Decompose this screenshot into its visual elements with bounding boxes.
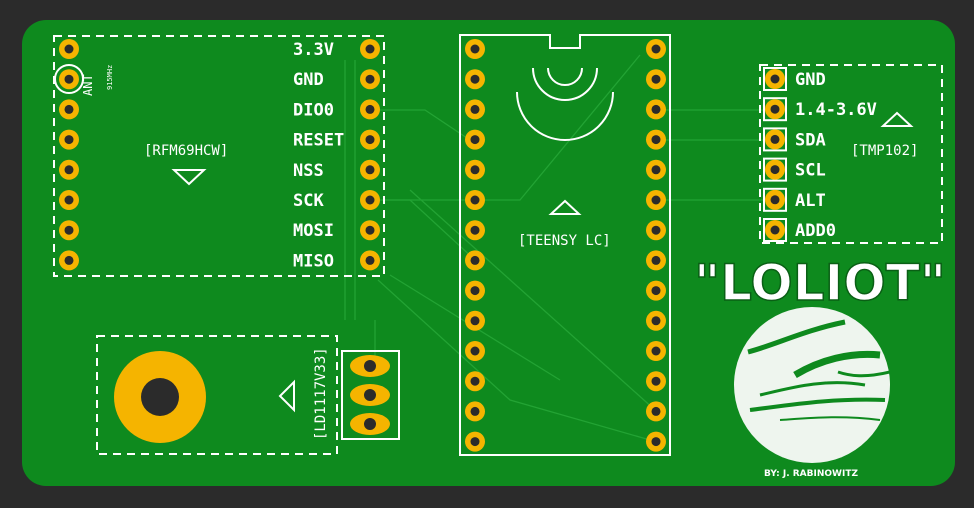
teensy-left-pad-hole xyxy=(470,225,480,235)
rfm69-pad-33v-hole xyxy=(365,44,375,54)
tmp102-pad-1436v-hole xyxy=(770,104,780,114)
rfm69-left-pad-hole xyxy=(64,255,74,265)
teensy-right-pad-hole xyxy=(651,165,661,175)
regulator-pad-hole xyxy=(364,360,376,372)
tmp102-pin-label: SDA xyxy=(795,130,826,150)
rfm69-left-pad-hole xyxy=(64,225,74,235)
teensy-right-pad-hole xyxy=(651,135,661,145)
regulator-pad-hole xyxy=(364,418,376,430)
tmp102-pad-scl-hole xyxy=(770,165,780,175)
tmp102-pin-label: ADD0 xyxy=(795,221,836,241)
rfm69-left-pad-hole xyxy=(64,104,74,114)
rfm69-pin-label: MISO xyxy=(293,251,334,271)
tmp102-pad-alt-hole xyxy=(770,195,780,205)
rfm69-pin-label: SCK xyxy=(293,191,324,211)
regulator-ref-label: [LD1117V33] xyxy=(313,347,329,440)
teensy-left-pad-hole xyxy=(470,44,480,54)
rfm69-pin-label: DIO0 xyxy=(293,100,334,120)
rfm69-pad-nss-hole xyxy=(365,165,375,175)
tmp102-pin-label: ALT xyxy=(795,191,826,211)
teensy-right-pad-hole xyxy=(651,44,661,54)
tmp102-pad-gnd-hole xyxy=(770,74,780,84)
teensy-left-pad-hole xyxy=(470,346,480,356)
mount-hole xyxy=(141,378,179,416)
teensy-left-pad-hole xyxy=(470,135,480,145)
teensy-right-pad-hole xyxy=(651,316,661,326)
teensy-left-pad-hole xyxy=(470,286,480,296)
rfm69-pad-reset-hole xyxy=(365,135,375,145)
teensy-right-pad-hole xyxy=(651,437,661,447)
ant-label: ANT xyxy=(81,74,95,96)
teensy-right-pad-hole xyxy=(651,255,661,265)
rfm69-pad-sck-hole xyxy=(365,195,375,205)
pcb-board: ANT 915MHz [RFM69HCW] 3.3V GND DIO0 RESET NS… xyxy=(22,20,955,486)
rfm69-left-pad-hole xyxy=(64,44,74,54)
tmp102-pad-add0-hole xyxy=(770,225,780,235)
teensy-left-pad-hole xyxy=(470,316,480,326)
tmp102-pin-label: SCL xyxy=(795,161,826,181)
rfm69-left-pad-hole xyxy=(64,195,74,205)
teensy-ref-label: [TEENSY LC] xyxy=(518,233,611,249)
rfm69-ref-label: [RFM69HCW] xyxy=(144,143,228,159)
tmp102-pad-sda-hole xyxy=(770,134,780,144)
tmp102-ref-label: [TMP102] xyxy=(851,143,918,159)
rfm69-pin-label: 3.3V xyxy=(293,40,334,60)
tmp102-pin-label: GND xyxy=(795,70,826,90)
teensy-right-pad-hole xyxy=(651,376,661,386)
teensy-left-pad-hole xyxy=(470,195,480,205)
rfm69-pin-label: NSS xyxy=(293,161,324,181)
teensy-left-pad-hole xyxy=(470,376,480,386)
freq-label: 915MHz xyxy=(106,65,114,90)
logo-byline: BY: J. RABINOWITZ xyxy=(764,469,858,479)
teensy-left-pad-hole xyxy=(470,255,480,265)
regulator-pad-hole xyxy=(364,389,376,401)
rfm69-pin-label: RESET xyxy=(293,131,344,151)
teensy-left-pad-hole xyxy=(470,437,480,447)
teensy-right-pad-hole xyxy=(651,286,661,296)
rfm69-pad-mosi-hole xyxy=(365,225,375,235)
rfm69-pad-gnd-hole xyxy=(365,74,375,84)
regulator-pads xyxy=(350,355,390,435)
rfm69-pin-label: GND xyxy=(293,70,324,90)
rfm69-pad-miso-hole xyxy=(365,255,375,265)
rfm69-left-pad-hole xyxy=(64,135,74,145)
rfm69-pad-dio0-hole xyxy=(365,104,375,114)
teensy-left-pad-hole xyxy=(470,74,480,84)
logo-title: "LOLIOT" xyxy=(694,254,946,312)
teensy-right-pad-hole xyxy=(651,225,661,235)
tmp102-pin-label: 1.4-3.6V xyxy=(795,100,877,120)
teensy-left-pad-hole xyxy=(470,104,480,114)
teensy-left-pad-hole xyxy=(470,165,480,175)
teensy-right-pad-hole xyxy=(651,104,661,114)
teensy-right-pad-hole xyxy=(651,74,661,84)
rfm69-left-pad-hole xyxy=(64,74,74,84)
teensy-right-pad-hole xyxy=(651,406,661,416)
teensy-right-pad-hole xyxy=(651,195,661,205)
teensy-right-pad-hole xyxy=(651,346,661,356)
teensy-left-pad-hole xyxy=(470,406,480,416)
rfm69-left-pad-hole xyxy=(64,165,74,175)
rfm69-pin-label: MOSI xyxy=(293,221,334,241)
